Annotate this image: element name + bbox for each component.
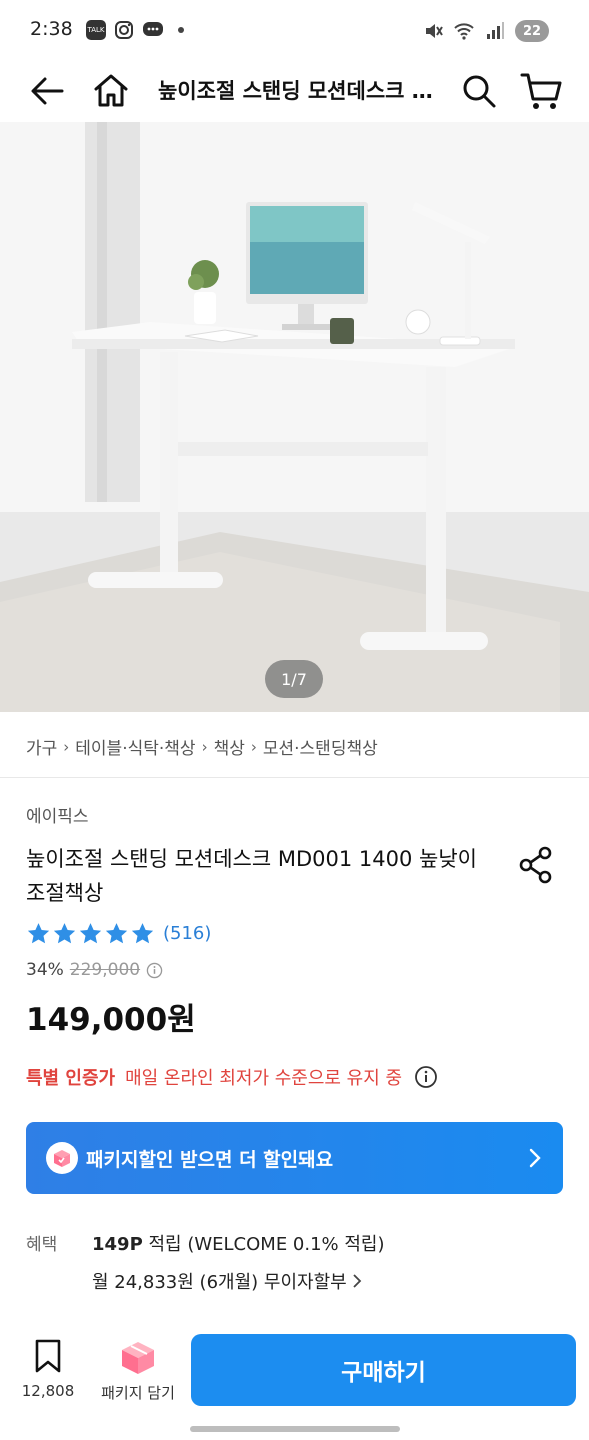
home-icon[interactable]: [88, 68, 134, 114]
gift-box-icon: [46, 1142, 78, 1174]
breadcrumb-item[interactable]: 모션·스탠딩책상: [263, 734, 378, 759]
talk-icon: TALK: [86, 20, 106, 40]
chevron-right-icon: ›: [250, 737, 257, 756]
breadcrumb-item[interactable]: 테이블·식탁·책상: [75, 734, 195, 759]
gift-box-icon: [122, 1342, 154, 1374]
chevron-right-icon: [529, 1148, 541, 1168]
notification-icons: TALK: [86, 20, 184, 40]
image-counter: 1/7: [265, 660, 323, 698]
product-image: [0, 122, 589, 712]
package-cart-label: 패키지 담기: [101, 1384, 175, 1402]
points-benefit: 149P 적립 (WELCOME 0.1% 적립): [92, 1230, 385, 1256]
star-icon: [79, 923, 102, 944]
signal-icon: [487, 22, 504, 39]
more-notifications-dot: [178, 27, 184, 33]
points-detail: 적립 (WELCOME 0.1% 적립): [142, 1234, 385, 1255]
top-navigation: 높이조절 스탠딩 모션데스크 MD001 1400 높낮이조절책상: [0, 62, 589, 120]
home-indicator[interactable]: [190, 1426, 400, 1432]
status-time: 2:38: [30, 18, 73, 40]
certified-price-row: 특별 인증가 매일 온라인 최저가 수준으로 유지 중: [26, 1064, 438, 1090]
star-icon: [131, 923, 154, 944]
info-icon[interactable]: [414, 1065, 438, 1089]
cert-text: 매일 온라인 최저가 수준으로 유지 중: [125, 1068, 403, 1089]
breadcrumb-item[interactable]: 가구: [26, 734, 57, 759]
share-icon[interactable]: [516, 845, 556, 885]
star-icon: [27, 923, 50, 944]
divider: [0, 777, 589, 778]
status-bar: 2:38 TALK 22: [0, 0, 589, 62]
package-cart-button[interactable]: 패키지 담기: [92, 1338, 184, 1403]
star-icon: [53, 923, 76, 944]
cart-icon[interactable]: [518, 68, 566, 114]
chevron-right-icon: ›: [63, 737, 70, 756]
rating[interactable]: (516): [26, 921, 211, 946]
instagram-icon: [115, 21, 133, 39]
info-icon[interactable]: [146, 962, 163, 979]
points-amount: 149P: [92, 1234, 143, 1255]
installment-text: 월 24,833원 (6개월) 무이자할부: [92, 1272, 347, 1293]
price-discount-row: 34% 229,000: [26, 960, 163, 980]
wishlist-button[interactable]: 12,808: [18, 1338, 78, 1400]
sale-price: 149,000원: [26, 1002, 196, 1038]
mute-icon: [426, 24, 443, 38]
review-count[interactable]: (516): [163, 923, 211, 944]
breadcrumb: 가구 › 테이블·식탁·책상 › 책상 › 모션·스탠딩책상: [26, 734, 378, 760]
benefit-label: 혜택: [26, 1235, 58, 1255]
product-title: 높이조절 스탠딩 모션데스크 MD001 1400 높낮이조절책상: [26, 847, 477, 905]
wifi-icon: [454, 23, 474, 40]
page-title: 높이조절 스탠딩 모션데스크 MD001 1400 높낮이조절책상: [158, 79, 438, 103]
system-icons: 22: [423, 20, 549, 42]
chat-icon: [143, 22, 163, 36]
chevron-right-icon: ›: [201, 737, 208, 756]
star-rating: [26, 921, 155, 946]
chevron-right-icon: [353, 1274, 361, 1288]
breadcrumb-item[interactable]: 책상: [214, 734, 245, 759]
bottom-action-bar: 12,808 패키지 담기 구매하기: [0, 1316, 589, 1440]
discount-rate: 34%: [26, 960, 64, 980]
buy-button[interactable]: 구매하기: [191, 1334, 576, 1406]
star-icon: [105, 923, 128, 944]
package-discount-banner[interactable]: 패키지할인 받으면 더 할인돼요: [26, 1122, 563, 1194]
battery-icon: 22: [515, 20, 549, 42]
cert-label: 특별 인증가: [26, 1068, 116, 1089]
brand-name[interactable]: 에이픽스: [26, 802, 89, 827]
product-image-gallery[interactable]: [0, 122, 589, 712]
original-price: 229,000: [69, 960, 141, 980]
installment-benefit[interactable]: 월 24,833원 (6개월) 무이자할부: [92, 1268, 363, 1294]
search-icon[interactable]: [456, 68, 502, 114]
package-banner-text: 패키지할인 받으면 더 할인돼요: [86, 1148, 334, 1171]
bookmark-icon: [35, 1339, 61, 1373]
back-arrow-icon[interactable]: [24, 68, 70, 114]
wish-count: 12,808: [21, 1382, 75, 1400]
